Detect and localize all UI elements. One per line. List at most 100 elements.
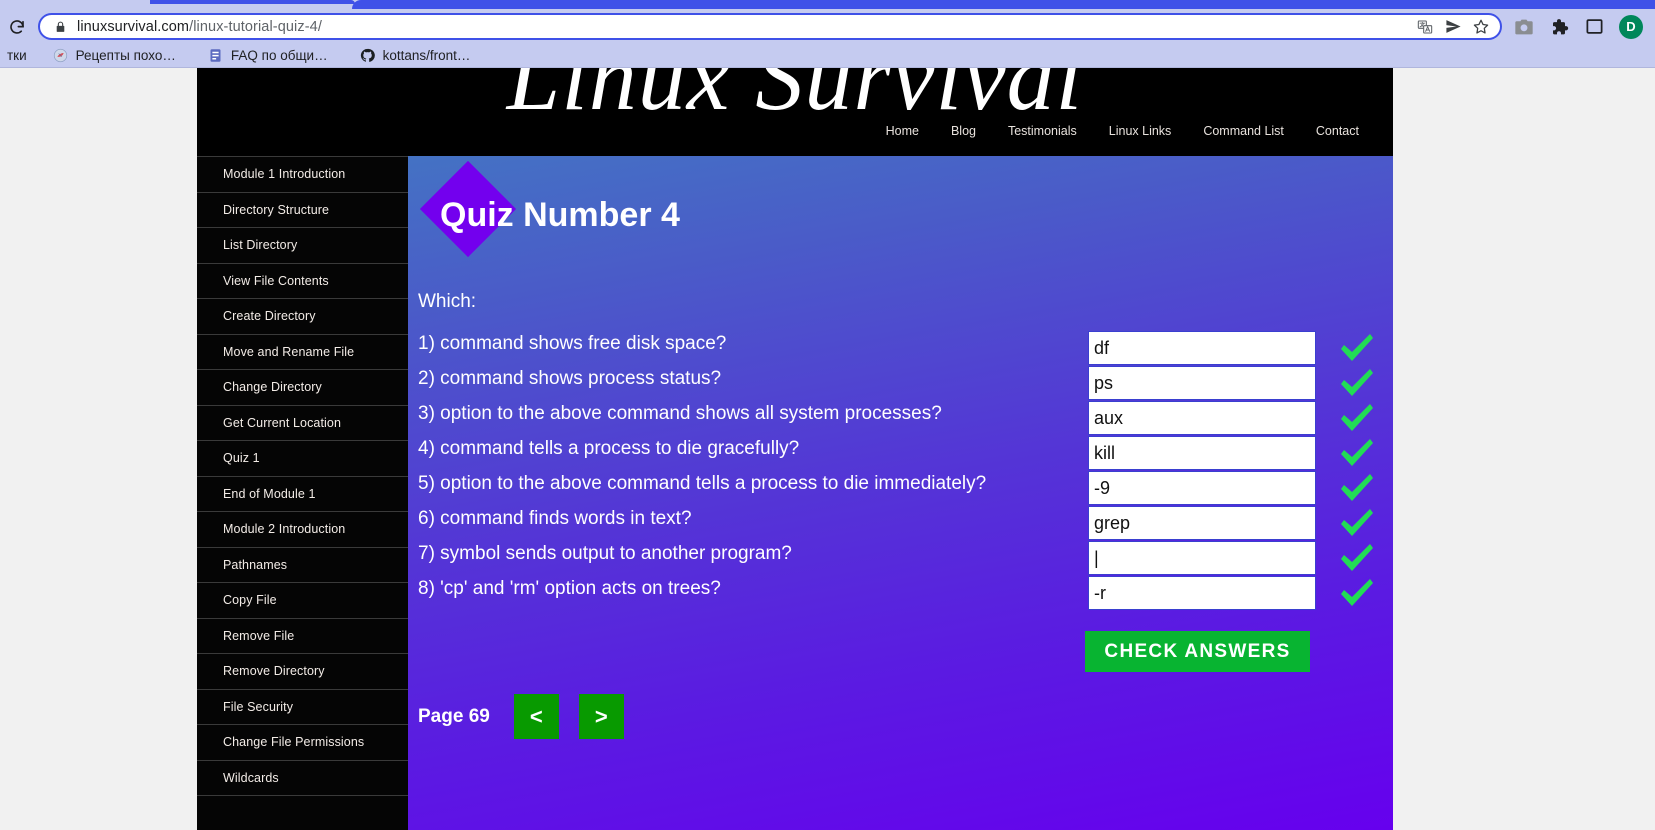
sidebar-item-remove-file[interactable]: Remove File — [197, 619, 408, 654]
next-page-button[interactable]: > — [578, 694, 624, 739]
sidebar-item-get-current-location[interactable]: Get Current Location — [197, 406, 408, 441]
nav-item-home[interactable]: Home — [870, 124, 935, 138]
site-title: Linux Survival — [506, 68, 1084, 130]
lock-icon — [54, 20, 68, 34]
answer-wrapper — [1088, 541, 1316, 575]
sidebar-item-label: Quiz 1 — [223, 451, 260, 466]
answer-input-6[interactable] — [1088, 506, 1316, 540]
sidebar-item-label: Module 1 Introduction — [223, 167, 346, 182]
extensions-puzzle-icon[interactable] — [1546, 14, 1572, 40]
answer-wrapper — [1088, 366, 1316, 400]
bookmark-item[interactable]: тки — [0, 43, 35, 68]
sidebar-item-label: Module 2 Introduction — [223, 522, 346, 537]
translate-icon[interactable] — [1414, 16, 1436, 38]
sidebar-item-copy-file[interactable]: Copy File — [197, 583, 408, 619]
browser-toolbar: linuxsurvival.com/linux-tutorial-quiz-4/ — [0, 10, 1655, 43]
avatar[interactable]: D — [1619, 14, 1643, 39]
quiz-row: 4) command tells a process to die gracef… — [418, 436, 1393, 471]
question-text: 7) symbol sends output to another progra… — [418, 543, 792, 564]
top-nav: Home Blog Testimonials Linux Links Comma… — [870, 124, 1375, 138]
sidebar-item-label: View File Contents — [223, 273, 329, 288]
sidebar-item-label: Wildcards — [223, 770, 279, 785]
reload-icon[interactable] — [4, 14, 30, 40]
nav-item-blog[interactable]: Blog — [935, 124, 992, 138]
address-bar[interactable]: linuxsurvival.com/linux-tutorial-quiz-4/ — [38, 13, 1502, 40]
quiz-question-list: 1) command shows free disk space? 2) com… — [418, 331, 1393, 611]
quiz-row: 5) option to the above command tells a p… — [418, 471, 1393, 506]
answer-input-3[interactable] — [1088, 401, 1316, 435]
active-tab[interactable] — [352, 0, 1655, 9]
pagination: Page 69 < > — [418, 694, 644, 739]
check-mark-icon — [1336, 506, 1378, 540]
quiz-row: 7) symbol sends output to another progra… — [418, 541, 1393, 576]
address-bar-url: linuxsurvival.com/linux-tutorial-quiz-4/ — [77, 19, 1408, 35]
nav-item-testimonials[interactable]: Testimonials — [992, 124, 1093, 138]
send-icon[interactable] — [1442, 16, 1464, 38]
url-host: linuxsurvival.com — [77, 18, 190, 35]
site-masthead: Linux Survival Home Blog Testimonials Li… — [197, 68, 1393, 156]
bookmark-item[interactable]: kottans/front… — [352, 43, 479, 68]
sidebar-item-change-directory[interactable]: Change Directory — [197, 370, 408, 406]
question-text: 8) 'cp' and 'rm' option acts on trees? — [418, 578, 721, 599]
sidebar-item-move-and-rename-file[interactable]: Move and Rename File — [197, 335, 408, 370]
quiz-row: 1) command shows free disk space? — [418, 331, 1393, 366]
nav-item-contact[interactable]: Contact — [1300, 124, 1375, 138]
answer-input-7[interactable] — [1088, 541, 1316, 575]
camera-icon[interactable] — [1511, 14, 1537, 40]
sidebar-item-label: Directory Structure — [223, 202, 330, 217]
nav-item-command-list[interactable]: Command List — [1187, 124, 1300, 138]
prev-page-button[interactable]: < — [513, 694, 559, 739]
check-answers-button[interactable]: CHECK ANSWERS — [1085, 631, 1310, 672]
sidepanel-icon[interactable] — [1581, 14, 1607, 40]
check-mark-icon — [1336, 401, 1378, 435]
answer-wrapper — [1088, 331, 1316, 365]
answer-input-1[interactable] — [1088, 331, 1316, 365]
bookmark-item[interactable]: Рецепты похо… — [45, 43, 184, 68]
sidebar-item-label: Create Directory — [223, 309, 316, 324]
answer-wrapper — [1088, 471, 1316, 505]
answer-input-4[interactable] — [1088, 436, 1316, 470]
sidebar-item-module-1-introduction[interactable]: Module 1 Introduction — [197, 157, 408, 193]
check-mark-icon — [1336, 331, 1378, 365]
background-tab[interactable] — [150, 0, 355, 4]
sidebar-item-label: Change Directory — [223, 380, 322, 395]
site-body: Module 1 Introduction Directory Structur… — [197, 156, 1393, 830]
sidebar-item-module-2-introduction[interactable]: Module 2 Introduction — [197, 512, 408, 548]
sidebar-item-view-file-contents[interactable]: View File Contents — [197, 264, 408, 299]
sidebar-item-pathnames[interactable]: Pathnames — [197, 548, 408, 583]
recipe-favicon — [53, 47, 69, 63]
question-text: 3) option to the above command shows all… — [418, 403, 942, 424]
doc-favicon — [208, 47, 224, 63]
question-text: 1) command shows free disk space? — [418, 333, 727, 354]
sidebar-item-label: Remove File — [223, 628, 295, 643]
sidebar-item-label: Copy File — [223, 593, 277, 608]
answer-input-5[interactable] — [1088, 471, 1316, 505]
sidebar-item-change-file-permissions[interactable]: Change File Permissions — [197, 725, 408, 761]
question-text: 2) command shows process status? — [418, 368, 722, 389]
quiz-header: Quiz Number 4 — [408, 156, 1393, 286]
star-icon[interactable] — [1470, 16, 1492, 38]
sidebar-item-label: Get Current Location — [223, 415, 342, 430]
bookmark-item[interactable]: FAQ по общи… — [200, 43, 336, 68]
sidebar-item-label: List Directory — [223, 238, 298, 253]
browser-window: linuxsurvival.com/linux-tutorial-quiz-4/ — [0, 0, 1655, 830]
answer-input-2[interactable] — [1088, 366, 1316, 400]
check-mark-icon — [1336, 541, 1378, 575]
sidebar-item-create-directory[interactable]: Create Directory — [197, 299, 408, 335]
nav-item-linux-links[interactable]: Linux Links — [1093, 124, 1188, 138]
site-container: Linux Survival Home Blog Testimonials Li… — [197, 68, 1393, 830]
sidebar-item-quiz-1[interactable]: Quiz 1 — [197, 441, 408, 477]
answer-input-8[interactable] — [1088, 576, 1316, 610]
bookmarks-bar: тки Рецепты похо… FAQ по общи… kottans/f… — [0, 43, 1655, 68]
sidebar-item-wildcards[interactable]: Wildcards — [197, 761, 408, 796]
sidebar-item-directory-structure[interactable]: Directory Structure — [197, 193, 408, 228]
quiz-row: 6) command finds words in text? — [418, 506, 1393, 541]
sidebar-item-remove-directory[interactable]: Remove Directory — [197, 654, 408, 690]
bookmark-label: FAQ по общи… — [230, 47, 328, 63]
sidebar-item-end-of-module-1[interactable]: End of Module 1 — [197, 477, 408, 512]
answer-wrapper — [1088, 506, 1316, 540]
question-text: 4) command tells a process to die gracef… — [418, 438, 800, 459]
sidebar-item-file-security[interactable]: File Security — [197, 690, 408, 725]
check-mark-icon — [1336, 436, 1378, 470]
sidebar-item-list-directory[interactable]: List Directory — [197, 228, 408, 264]
